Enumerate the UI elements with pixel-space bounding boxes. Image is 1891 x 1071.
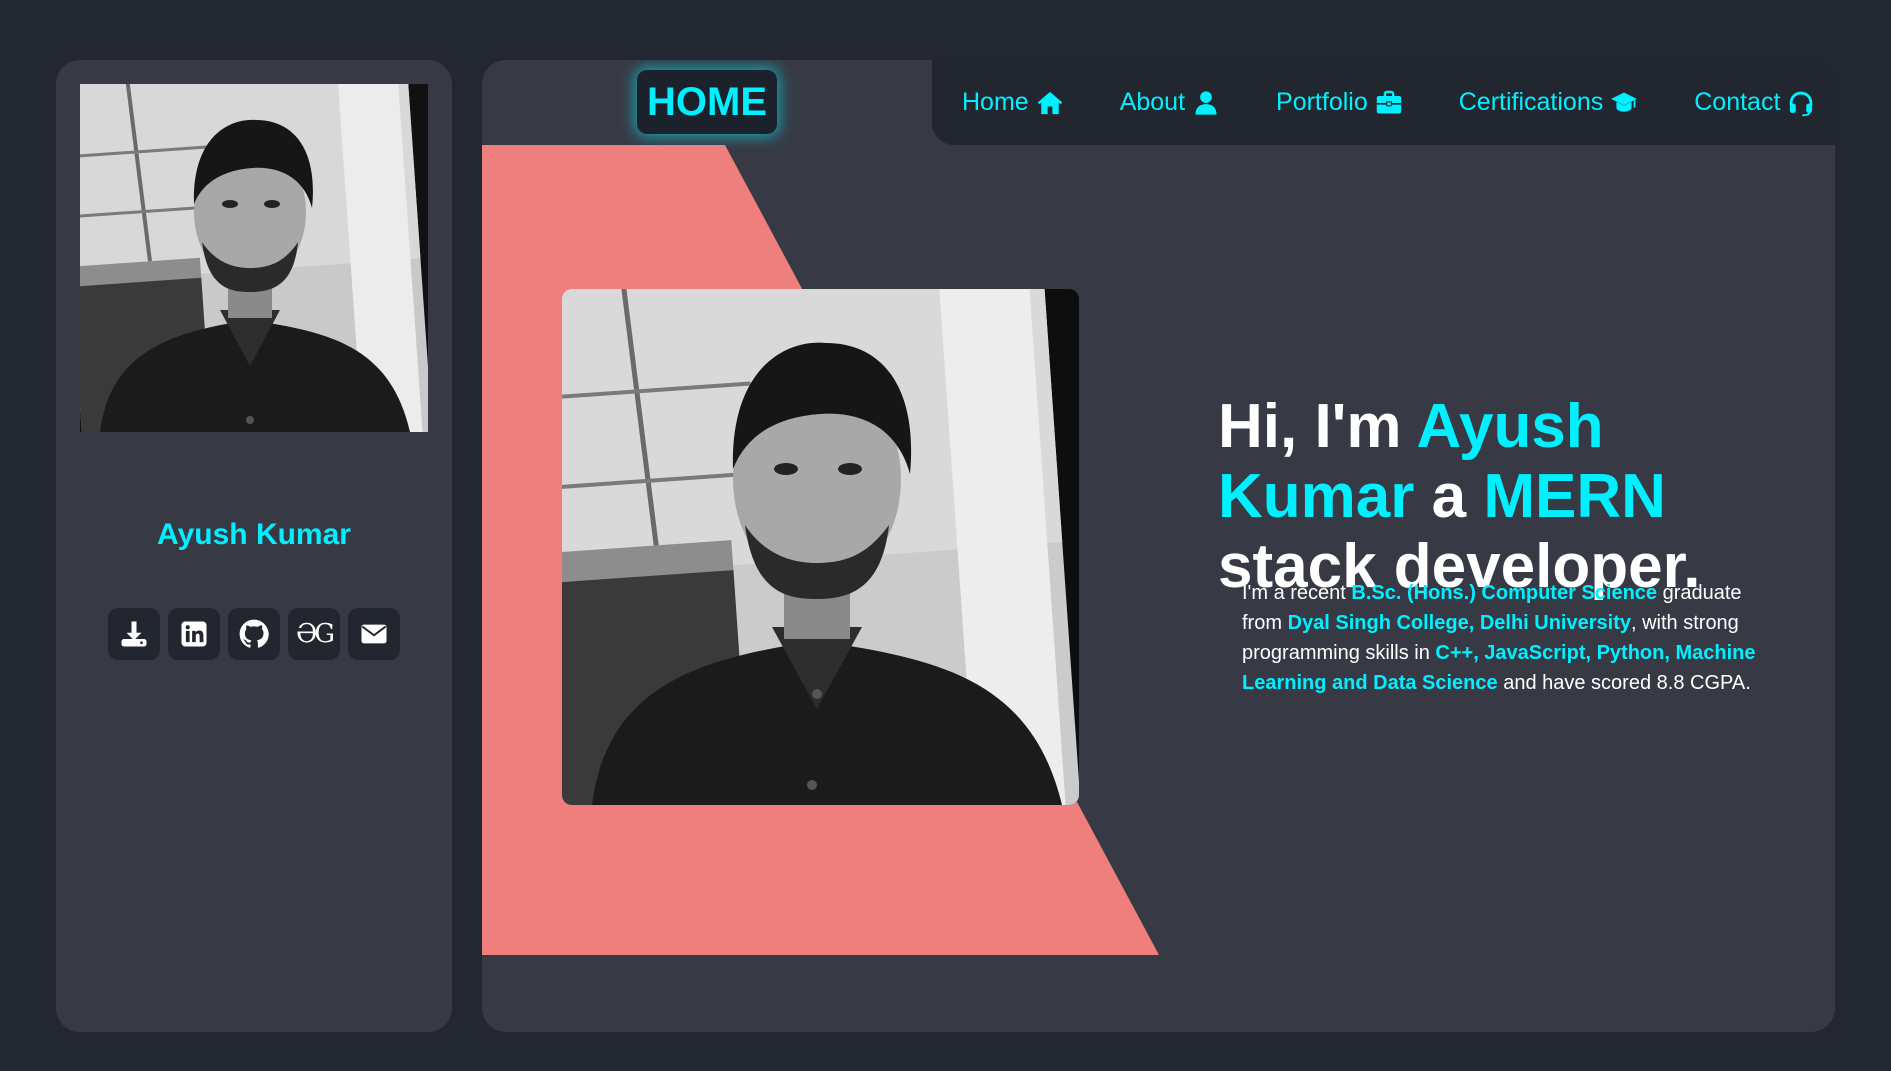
nav-label-contact: Contact — [1694, 88, 1781, 116]
social-links: ƏG — [108, 608, 400, 660]
nav-label-certifications: Certifications — [1458, 88, 1604, 116]
nav-item-home[interactable]: Home — [962, 88, 1064, 117]
mail-icon — [361, 624, 387, 644]
download-resume-button[interactable] — [108, 608, 160, 660]
nav-item-certifications[interactable]: Certifications — [1459, 88, 1639, 117]
briefcase-icon — [1376, 90, 1401, 113]
bio-text-4: and have scored 8.8 CGPA. — [1497, 672, 1751, 694]
hero-headline: Hi, I'm Ayush Kumar a MERN stack developer… — [1218, 392, 1798, 602]
geeksforgeeks-button[interactable]: ƏG — [288, 608, 340, 660]
nav-label-home: Home — [962, 88, 1029, 116]
nav-label-about: About — [1119, 88, 1186, 116]
bio-college: Dyal Singh College, Delhi University — [1287, 612, 1631, 634]
profile-photo — [80, 84, 428, 432]
headline-connector: a — [1414, 462, 1484, 531]
geeksforgeeks-icon: ƏG — [295, 619, 335, 649]
hero-photo — [562, 289, 1079, 805]
bio-paragraph: I'm a recent B.Sc. (Hons.) Computer Scie… — [1242, 578, 1772, 698]
top-navigation: Home About Portfolio Certifications Cont… — [932, 60, 1835, 145]
headline-greeting: Hi, I'm — [1218, 392, 1417, 461]
nav-item-about[interactable]: About — [1120, 88, 1220, 117]
bio-degree: B.Sc. (Hons.) Computer Science — [1351, 582, 1658, 604]
headline-role-highlight: MERN — [1483, 462, 1666, 531]
headset-icon — [1790, 91, 1813, 116]
linkedin-icon — [181, 621, 207, 647]
download-icon — [121, 621, 147, 647]
user-icon — [1195, 90, 1217, 115]
nav-item-contact[interactable]: Contact — [1694, 88, 1815, 117]
github-button[interactable] — [228, 608, 280, 660]
linkedin-button[interactable] — [168, 608, 220, 660]
bio-text-1: I'm a recent — [1242, 582, 1352, 604]
headline-name-first: Ayush — [1416, 392, 1604, 461]
main-panel: HOME Home About Portfolio Certifications… — [482, 60, 1835, 1032]
page-title-badge: HOME — [637, 70, 777, 134]
nav-item-portfolio[interactable]: Portfolio — [1276, 88, 1403, 117]
github-icon — [239, 619, 269, 648]
headline-name-last: Kumar — [1218, 462, 1415, 531]
profile-name: Ayush Kumar — [157, 518, 351, 551]
graduation-cap-icon — [1611, 92, 1638, 112]
nav-label-portfolio: Portfolio — [1276, 88, 1368, 116]
profile-sidebar: Ayush Kumar ƏG — [56, 60, 452, 1032]
house-icon — [1037, 91, 1062, 114]
email-button[interactable] — [348, 608, 400, 660]
